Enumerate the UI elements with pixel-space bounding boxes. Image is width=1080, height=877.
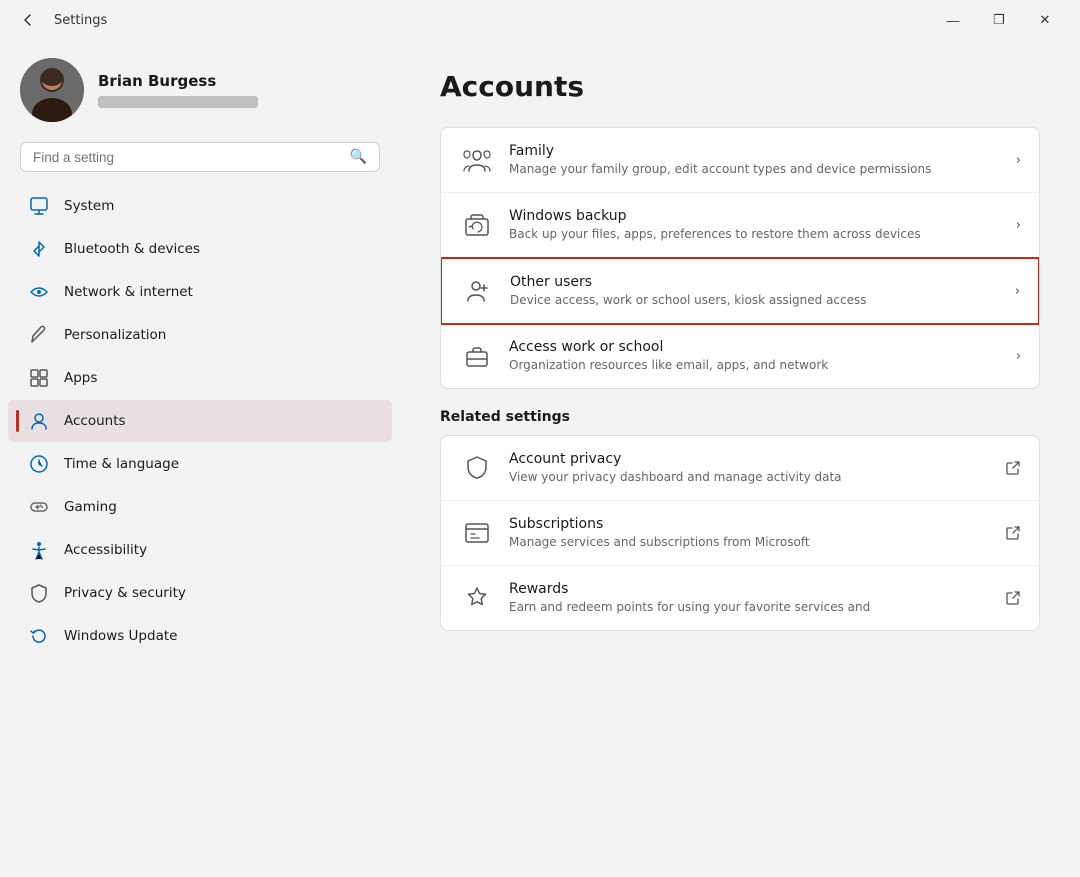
sidebar-item-network[interactable]: Network & internet: [8, 271, 392, 313]
account-privacy-external: [1005, 460, 1021, 476]
settings-item-other-users[interactable]: Other users Device access, work or schoo…: [440, 257, 1040, 325]
search-input[interactable]: [33, 150, 342, 165]
accessibility-icon: [28, 539, 50, 561]
access-work-icon: [459, 338, 495, 374]
sidebar-item-gaming[interactable]: Gaming: [8, 486, 392, 528]
windows-backup-icon: [459, 207, 495, 243]
sidebar-item-system-label: System: [64, 198, 114, 214]
user-email: [98, 96, 258, 108]
user-profile: Brian Burgess: [0, 40, 400, 138]
other-users-title: Other users: [510, 274, 1005, 290]
search-container: 🔍: [0, 138, 400, 184]
minimize-button[interactable]: —: [930, 4, 976, 36]
sidebar-item-personalization-label: Personalization: [64, 327, 166, 343]
sidebar-item-accessibility[interactable]: Accessibility: [8, 529, 392, 571]
sidebar-item-update[interactable]: Windows Update: [8, 615, 392, 657]
access-work-arrow: ›: [1016, 349, 1021, 364]
subscriptions-text: Subscriptions Manage services and subscr…: [509, 516, 995, 551]
other-users-text: Other users Device access, work or schoo…: [510, 274, 1005, 309]
other-users-icon: [460, 273, 496, 309]
other-users-arrow: ›: [1015, 284, 1020, 299]
access-work-desc: Organization resources like email, apps,…: [509, 357, 1006, 374]
accounts-icon: [28, 410, 50, 432]
back-button[interactable]: [12, 4, 44, 36]
settings-item-rewards[interactable]: Rewards Earn and redeem points for using…: [441, 566, 1039, 630]
sidebar-item-time-label: Time & language: [64, 456, 179, 472]
sidebar-item-privacy-label: Privacy & security: [64, 585, 186, 601]
bluetooth-icon: [28, 238, 50, 260]
page-title: Accounts: [440, 70, 1040, 103]
apps-icon: [28, 367, 50, 389]
network-icon: [28, 281, 50, 303]
privacy-icon: [28, 582, 50, 604]
windows-backup-title: Windows backup: [509, 208, 1006, 224]
user-info: Brian Burgess: [98, 72, 380, 108]
subscriptions-title: Subscriptions: [509, 516, 995, 532]
sidebar-item-network-label: Network & internet: [64, 284, 193, 300]
update-icon: [28, 625, 50, 647]
rewards-icon: [459, 580, 495, 616]
sidebar-item-accounts[interactable]: Accounts: [8, 400, 392, 442]
family-arrow: ›: [1016, 153, 1021, 168]
settings-item-subscriptions[interactable]: Subscriptions Manage services and subscr…: [441, 501, 1039, 566]
access-work-text: Access work or school Organization resou…: [509, 339, 1006, 374]
account-privacy-desc: View your privacy dashboard and manage a…: [509, 469, 995, 486]
app-title: Settings: [54, 13, 107, 28]
sidebar-item-apps[interactable]: Apps: [8, 357, 392, 399]
family-icon: [459, 142, 495, 178]
sidebar-item-bluetooth-label: Bluetooth & devices: [64, 241, 200, 257]
family-title: Family: [509, 143, 1006, 159]
system-icon: [28, 195, 50, 217]
close-button[interactable]: ✕: [1022, 4, 1068, 36]
sidebar-item-apps-label: Apps: [64, 370, 97, 386]
windows-backup-desc: Back up your files, apps, preferences to…: [509, 226, 1006, 243]
window-controls: — ❐ ✕: [930, 4, 1068, 36]
user-name: Brian Burgess: [98, 72, 380, 90]
subscriptions-desc: Manage services and subscriptions from M…: [509, 534, 995, 551]
windows-backup-text: Windows backup Back up your files, apps,…: [509, 208, 1006, 243]
avatar: [20, 58, 84, 122]
main-layout: Brian Burgess 🔍 System: [0, 40, 1080, 877]
content-area: Accounts Family Manage your family group…: [400, 40, 1080, 877]
subscriptions-icon: [459, 515, 495, 551]
gaming-icon: [28, 496, 50, 518]
rewards-title: Rewards: [509, 581, 995, 597]
sidebar-item-bluetooth[interactable]: Bluetooth & devices: [8, 228, 392, 270]
title-bar: Settings — ❐ ✕: [0, 0, 1080, 40]
rewards-text: Rewards Earn and redeem points for using…: [509, 581, 995, 616]
account-privacy-icon: [459, 450, 495, 486]
sidebar-item-accessibility-label: Accessibility: [64, 542, 147, 558]
family-desc: Manage your family group, edit account t…: [509, 161, 1006, 178]
account-privacy-text: Account privacy View your privacy dashbo…: [509, 451, 995, 486]
family-text: Family Manage your family group, edit ac…: [509, 143, 1006, 178]
subscriptions-external: [1005, 525, 1021, 541]
related-settings-label: Related settings: [440, 409, 1040, 425]
personalization-icon: [28, 324, 50, 346]
sidebar-nav: System Bluetooth & devices Network & int…: [0, 184, 400, 658]
sidebar-item-system[interactable]: System: [8, 185, 392, 227]
sidebar-item-personalization[interactable]: Personalization: [8, 314, 392, 356]
settings-item-family[interactable]: Family Manage your family group, edit ac…: [441, 128, 1039, 193]
rewards-desc: Earn and redeem points for using your fa…: [509, 599, 995, 616]
rewards-external: [1005, 590, 1021, 606]
other-users-desc: Device access, work or school users, kio…: [510, 292, 1005, 309]
access-work-title: Access work or school: [509, 339, 1006, 355]
sidebar-item-update-label: Windows Update: [64, 628, 177, 644]
account-privacy-title: Account privacy: [509, 451, 995, 467]
maximize-button[interactable]: ❐: [976, 4, 1022, 36]
related-settings-group: Account privacy View your privacy dashbo…: [440, 435, 1040, 631]
windows-backup-arrow: ›: [1016, 218, 1021, 233]
main-settings-group: Family Manage your family group, edit ac…: [440, 127, 1040, 389]
sidebar-item-accounts-label: Accounts: [64, 413, 126, 429]
sidebar-item-gaming-label: Gaming: [64, 499, 117, 515]
sidebar-item-privacy[interactable]: Privacy & security: [8, 572, 392, 614]
search-icon: 🔍: [350, 149, 367, 165]
settings-item-account-privacy[interactable]: Account privacy View your privacy dashbo…: [441, 436, 1039, 501]
sidebar-item-time[interactable]: Time & language: [8, 443, 392, 485]
search-box: 🔍: [20, 142, 380, 172]
settings-item-windows-backup[interactable]: Windows backup Back up your files, apps,…: [441, 193, 1039, 258]
settings-item-access-work[interactable]: Access work or school Organization resou…: [441, 324, 1039, 388]
time-icon: [28, 453, 50, 475]
sidebar: Brian Burgess 🔍 System: [0, 40, 400, 877]
